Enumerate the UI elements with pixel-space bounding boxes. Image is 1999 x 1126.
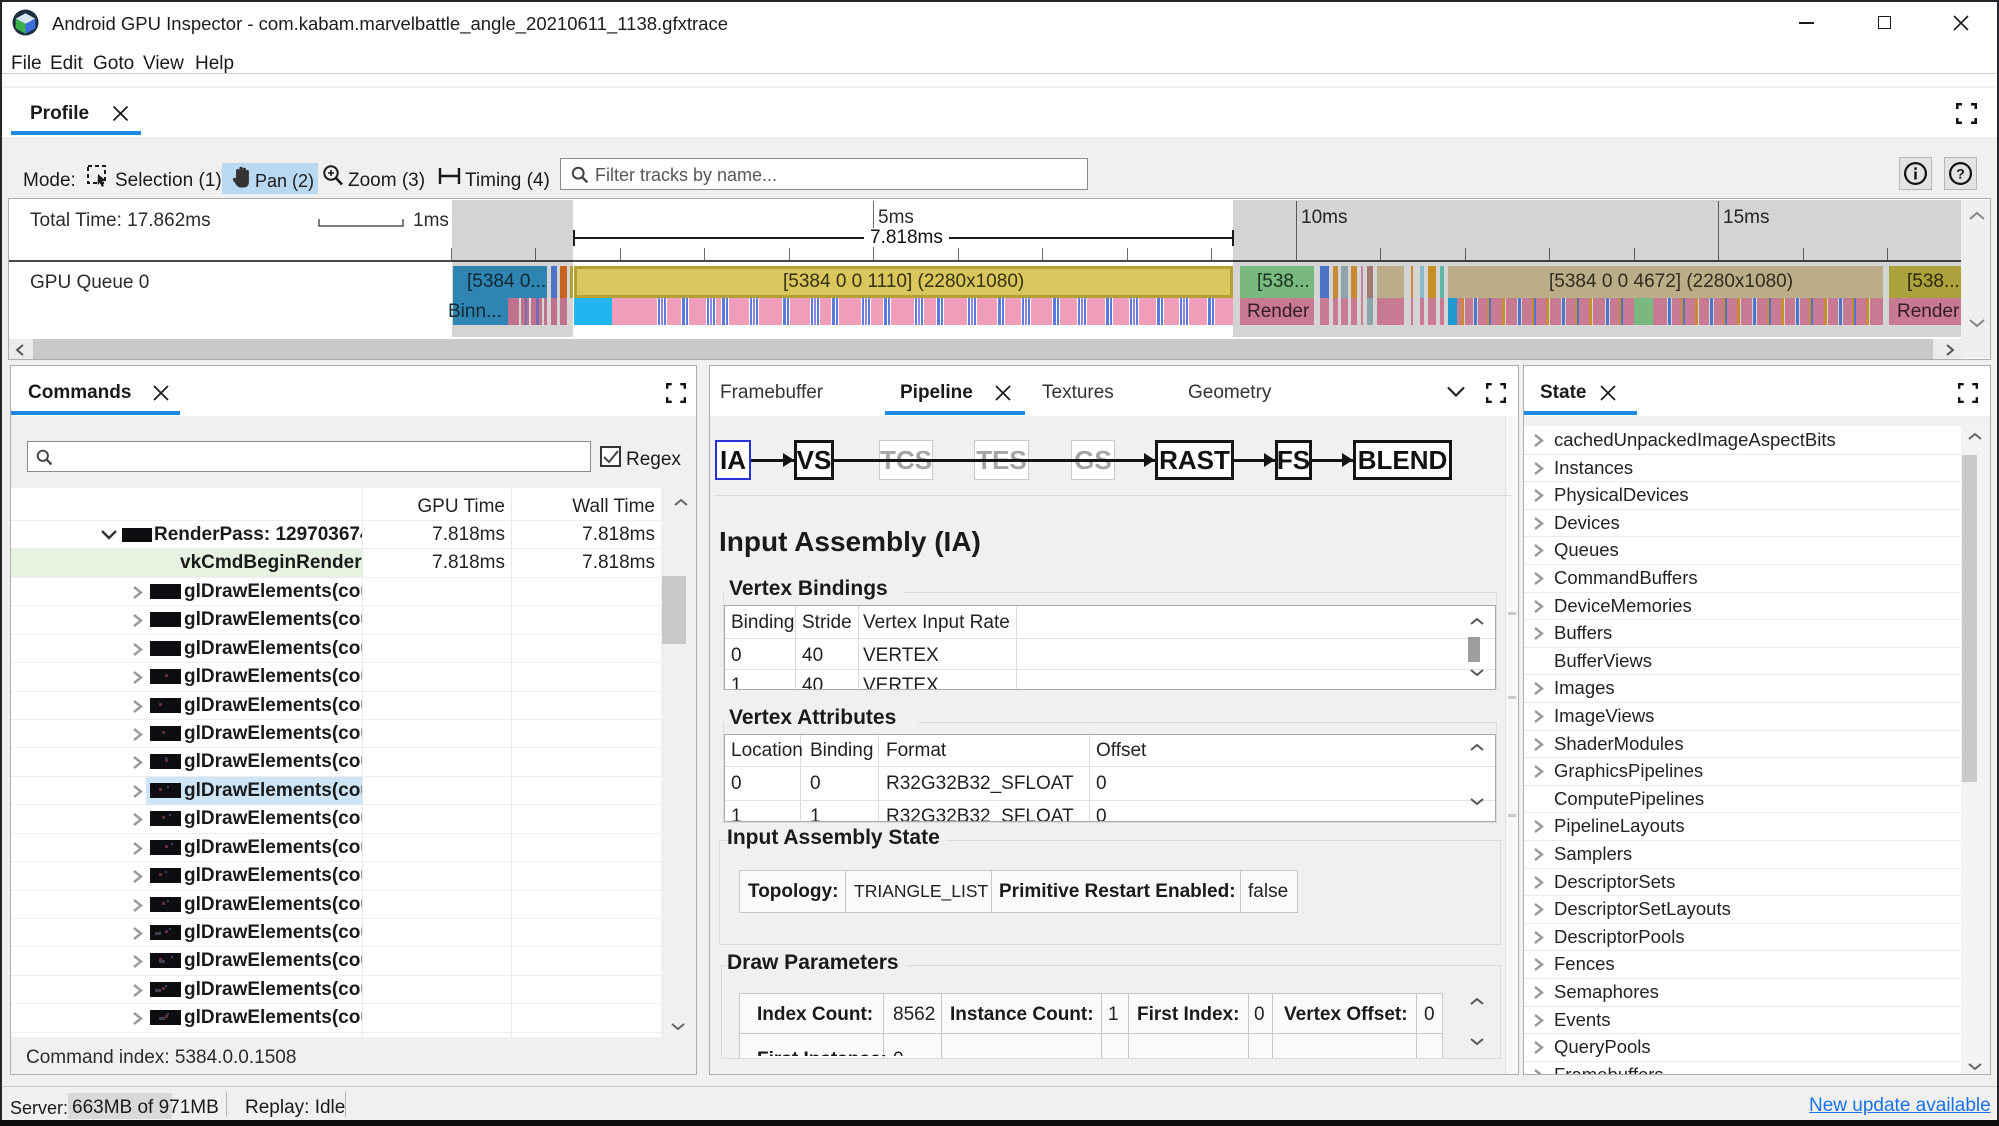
svg-text:?: ?: [1956, 166, 1965, 182]
